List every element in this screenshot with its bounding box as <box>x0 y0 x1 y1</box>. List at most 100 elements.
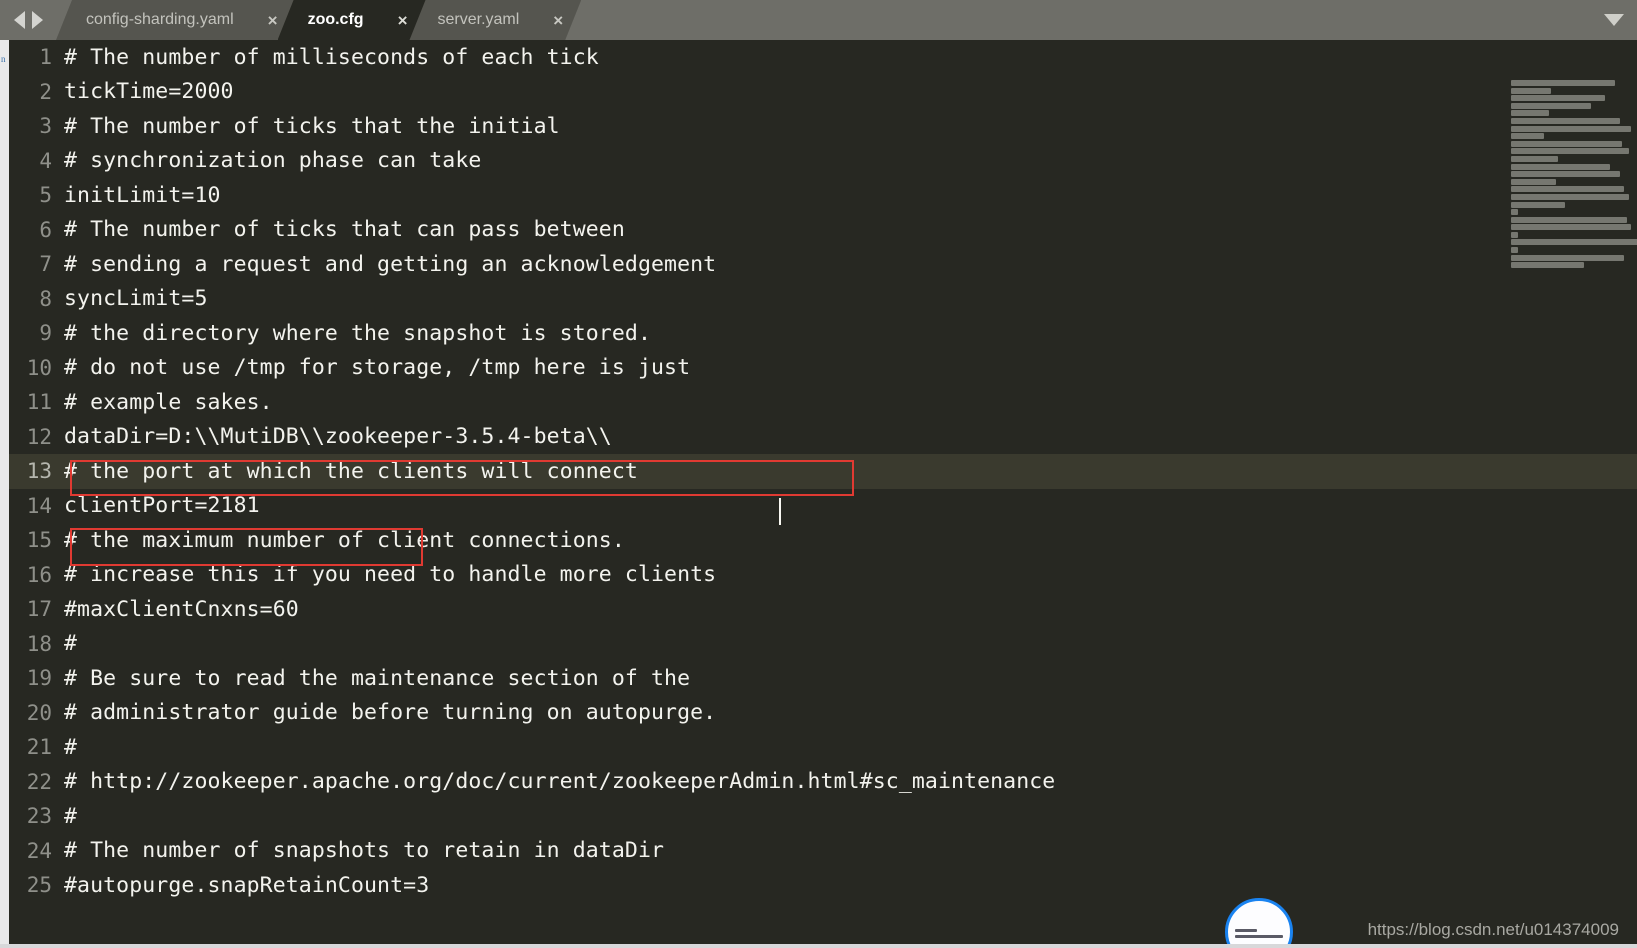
triangle-right-icon[interactable] <box>31 11 43 29</box>
minimap-line <box>1511 239 1637 246</box>
code-line[interactable]: 5 initLimit=10 <box>9 178 1637 213</box>
line-number: 4 <box>39 148 52 173</box>
tab-label: server.yaml <box>437 11 520 28</box>
tab-navigation-arrows <box>0 0 56 40</box>
code-line[interactable]: 25 #autopurge.snapRetainCount=3 <box>9 868 1637 903</box>
code-line[interactable]: 20 # administrator guide before turning o… <box>9 696 1637 731</box>
line-text[interactable]: # Be sure to read the maintenance sectio… <box>64 666 690 691</box>
line-number: 12 <box>26 424 52 449</box>
line-text[interactable]: # the maximum number of client connectio… <box>64 528 625 553</box>
minimap-line <box>1511 133 1545 140</box>
code-line[interactable]: 21 # <box>9 730 1637 765</box>
line-number: 22 <box>26 769 52 794</box>
code-line[interactable]: 8 syncLimit=5 <box>9 282 1637 317</box>
minimap-line <box>1511 201 1566 208</box>
code-line[interactable]: 3 # The number of ticks that the initial <box>9 109 1637 144</box>
line-number: 1 <box>39 45 52 70</box>
line-text[interactable]: dataDir=D:\\MutiDB\\zookeeper-3.5.4-beta… <box>64 424 612 449</box>
code-line[interactable]: 4 # synchronization phase can take <box>9 144 1637 179</box>
line-text[interactable]: tickTime=2000 <box>64 79 234 104</box>
line-text[interactable]: #autopurge.snapRetainCount=3 <box>64 873 429 898</box>
line-text[interactable]: # sending a request and getting an ackno… <box>64 252 716 277</box>
line-number: 7 <box>39 252 52 277</box>
line-text[interactable]: # the directory where the snapshot is st… <box>64 321 651 346</box>
line-number: 8 <box>39 286 52 311</box>
minimap-line <box>1511 110 1549 117</box>
code-minimap[interactable] <box>1511 80 1637 948</box>
minimap-line <box>1511 171 1620 178</box>
line-number: 24 <box>26 838 52 863</box>
line-text[interactable]: # do not use /tmp for storage, /tmp here… <box>64 355 690 380</box>
code-line[interactable]: 2 tickTime=2000 <box>9 75 1637 110</box>
close-icon[interactable]: × <box>268 12 278 29</box>
line-number: 11 <box>26 390 52 415</box>
line-text[interactable]: # The number of snapshots to retain in d… <box>64 838 664 863</box>
code-line[interactable]: 9 # the directory where the snapshot is s… <box>9 316 1637 351</box>
line-text[interactable]: # example sakes. <box>64 390 273 415</box>
line-number: 18 <box>26 631 52 656</box>
tab-strip: config-sharding.yaml × zoo.cfg × server.… <box>56 0 1591 40</box>
close-icon[interactable]: × <box>553 12 563 29</box>
code-line[interactable]: 7 # sending a request and getting an ackn… <box>9 247 1637 282</box>
code-line[interactable]: 15 # the maximum number of client connect… <box>9 523 1637 558</box>
code-line[interactable]: 16 # increase this if you need to handle … <box>9 558 1637 593</box>
line-text[interactable]: # The number of ticks that the initial <box>64 114 560 139</box>
code-line[interactable]: 6 # The number of ticks that can pass bet… <box>9 213 1637 248</box>
minimap-line <box>1511 231 1519 238</box>
code-line[interactable]: 22 # http://zookeeper.apache.org/doc/curr… <box>9 765 1637 800</box>
line-text[interactable]: clientPort=2181 <box>64 493 260 518</box>
line-number: 16 <box>26 562 52 587</box>
minimap-line <box>1511 247 1519 254</box>
line-text[interactable]: # <box>64 735 77 760</box>
minimap-line <box>1511 178 1556 185</box>
code-lines-container[interactable]: 1 # The number of milliseconds of each ti… <box>9 40 1637 948</box>
minimap-line <box>1511 80 1615 86</box>
line-text[interactable]: syncLimit=5 <box>64 286 208 311</box>
code-line[interactable]: 13 # the port at which the clients will c… <box>9 454 1637 489</box>
tab-overflow-button[interactable] <box>1591 0 1637 40</box>
line-text[interactable]: # http://zookeeper.apache.org/doc/curren… <box>64 769 1055 794</box>
minimap-line <box>1511 95 1606 102</box>
minimap-line <box>1511 163 1611 170</box>
line-text[interactable]: # The number of milliseconds of each tic… <box>64 45 599 70</box>
triangle-left-icon[interactable] <box>13 11 25 29</box>
code-line[interactable]: 23 # <box>9 799 1637 834</box>
code-line[interactable]: 17 #maxClientCnxns=60 <box>9 592 1637 627</box>
line-number: 21 <box>26 735 52 760</box>
code-editor[interactable]: 1 # The number of milliseconds of each ti… <box>9 40 1637 948</box>
line-text[interactable]: # synchronization phase can take <box>64 148 481 173</box>
minimap-line <box>1511 216 1627 223</box>
line-text[interactable]: #maxClientCnxns=60 <box>64 597 299 622</box>
code-line[interactable]: 12 dataDir=D:\\MutiDB\\zookeeper-3.5.4-be… <box>9 420 1637 455</box>
code-line[interactable]: 11 # example sakes. <box>9 385 1637 420</box>
line-text[interactable]: # <box>64 804 77 829</box>
code-line[interactable]: 1 # The number of milliseconds of each ti… <box>9 40 1637 75</box>
line-text[interactable]: # the port at which the clients will con… <box>64 459 638 484</box>
minimap-line <box>1511 186 1625 193</box>
code-line[interactable]: 14 clientPort=2181 <box>9 489 1637 524</box>
line-number: 5 <box>39 183 52 208</box>
close-icon[interactable]: × <box>398 12 408 29</box>
tab-server-yaml[interactable]: server.yaml × <box>408 0 582 40</box>
minimap-line <box>1511 102 1592 109</box>
line-text[interactable]: initLimit=10 <box>64 183 221 208</box>
code-line[interactable]: 10 # do not use /tmp for storage, /tmp he… <box>9 351 1637 386</box>
code-line[interactable]: 24 # The number of snapshots to retain in… <box>9 834 1637 869</box>
line-number: 9 <box>39 321 52 346</box>
line-text[interactable]: # The number of ticks that can pass betw… <box>64 217 625 242</box>
minimap-line <box>1511 155 1559 162</box>
line-text[interactable]: # administrator guide before turning on … <box>64 700 716 725</box>
line-text[interactable]: # <box>64 631 77 656</box>
minimap-line <box>1511 193 1629 200</box>
tab-config-sharding-yaml[interactable]: config-sharding.yaml × <box>56 0 296 40</box>
line-text[interactable]: # increase this if you need to handle mo… <box>64 562 716 587</box>
tab-zoo-cfg[interactable]: zoo.cfg × <box>278 0 426 40</box>
code-line[interactable]: 19 # Be sure to read the maintenance sect… <box>9 661 1637 696</box>
minimap-line <box>1511 224 1632 231</box>
badge-line <box>1235 935 1283 938</box>
edge-marker: n <box>1 54 6 64</box>
line-number: 15 <box>26 528 52 553</box>
code-line[interactable]: 18 # <box>9 627 1637 662</box>
minimap-line <box>1511 117 1620 124</box>
editor-tab-bar: config-sharding.yaml × zoo.cfg × server.… <box>0 0 1637 40</box>
